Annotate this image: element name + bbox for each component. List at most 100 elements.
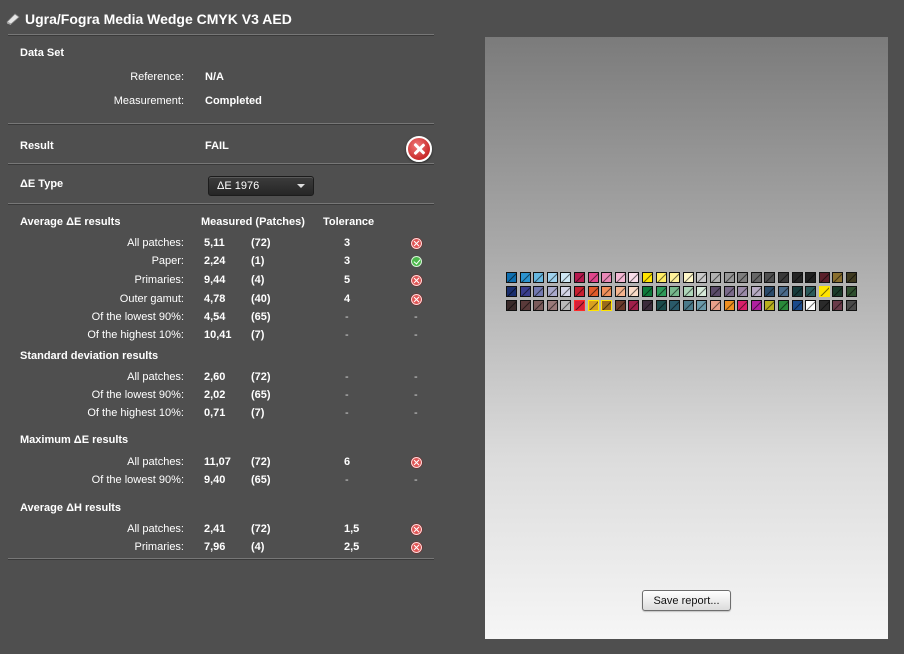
color-patch (506, 272, 517, 283)
pass-icon (411, 256, 422, 267)
measured-value: 0,71 (204, 407, 226, 419)
color-patch (587, 286, 599, 297)
color-patch (519, 272, 531, 283)
de-type-selected: ΔE 1976 (217, 180, 260, 192)
color-patch (533, 286, 545, 297)
color-patch (805, 286, 817, 297)
color-patch (764, 286, 776, 297)
color-patch (546, 300, 558, 311)
tolerance-value: 3 (344, 255, 351, 267)
reference-label: Reference: (130, 71, 184, 83)
measured-value: 2,02 (204, 389, 226, 401)
color-patch (642, 272, 653, 283)
measured-value: 9,44 (204, 274, 226, 286)
color-patch (778, 272, 789, 283)
result-value: FAIL (205, 140, 229, 152)
de-type-label: ΔE Type (20, 178, 64, 190)
color-patch (601, 272, 613, 283)
dataset-heading: Data Set (20, 47, 65, 59)
row-label: All patches: (127, 237, 184, 249)
color-patch (506, 286, 517, 297)
fail-icon (411, 524, 422, 535)
patch-count: (40) (251, 293, 271, 305)
save-report-button[interactable]: Save report... (642, 590, 731, 611)
row-label: Primaries: (134, 274, 184, 286)
color-patch (546, 272, 558, 283)
tolerance-value: 3 (344, 237, 351, 249)
tolerance-value: 2,5 (344, 541, 360, 553)
color-patch (614, 286, 626, 297)
color-patch (818, 286, 830, 297)
color-patch (519, 300, 531, 311)
avg-de-heading: Average ΔE results (20, 216, 121, 228)
color-patch (682, 300, 694, 311)
status-none: - (414, 407, 418, 419)
color-patch (574, 272, 585, 283)
color-patch (710, 272, 721, 283)
color-patch (682, 272, 694, 283)
status-none: - (414, 474, 418, 486)
tolerance-value: - (345, 329, 349, 341)
tolerance-value: 1,5 (344, 523, 360, 535)
color-patch (846, 300, 857, 311)
color-patch (764, 300, 776, 311)
color-patch (723, 272, 735, 283)
patch-count: (4) (251, 541, 265, 553)
color-patch (750, 272, 762, 283)
color-patch (750, 300, 762, 311)
separator (8, 203, 434, 205)
color-patch (560, 286, 572, 297)
measured-value: 7,96 (204, 541, 226, 553)
patch-count: (72) (251, 237, 271, 249)
max-de-heading: Maximum ΔE results (20, 434, 129, 446)
color-patch (628, 272, 640, 283)
color-patch (628, 300, 640, 311)
chevron-down-icon (297, 184, 305, 188)
media-wedge-icon (6, 13, 20, 25)
measurement-value: Completed (205, 95, 262, 107)
color-patch (764, 272, 776, 283)
color-patch (737, 300, 749, 311)
separator (8, 34, 434, 36)
row-label: Of the highest 10%: (87, 407, 184, 419)
color-patch (533, 272, 545, 283)
measured-value: 4,78 (204, 293, 226, 305)
patch-count: (72) (251, 371, 271, 383)
row-label: All patches: (127, 523, 184, 535)
color-patch (546, 286, 558, 297)
color-patch (818, 272, 830, 283)
color-patch (805, 272, 817, 283)
color-patch (778, 286, 789, 297)
color-patch (710, 286, 721, 297)
color-patch (642, 286, 653, 297)
patch-count: (7) (251, 329, 265, 341)
color-patch (832, 286, 844, 297)
color-patch (669, 286, 681, 297)
de-type-select[interactable]: ΔE 1976 (208, 176, 314, 196)
color-patch (587, 300, 599, 311)
window-title-text: Ugra/Fogra Media Wedge CMYK V3 AED (25, 11, 292, 27)
fail-icon (411, 542, 422, 553)
measured-value: 10,41 (204, 329, 232, 341)
color-patch (506, 300, 517, 311)
separator (8, 558, 434, 560)
row-label: Of the lowest 90%: (91, 311, 184, 323)
color-patch (737, 286, 749, 297)
tolerance-value: 4 (344, 293, 351, 305)
color-patch (628, 286, 640, 297)
color-patch (533, 300, 545, 311)
tolerance-value: - (345, 389, 349, 401)
status-none: - (414, 311, 418, 323)
color-patch (574, 300, 585, 311)
color-patch (832, 272, 844, 283)
tolerance-value: - (345, 371, 349, 383)
color-patch (696, 272, 708, 283)
color-patch (655, 300, 667, 311)
color-patch (655, 272, 667, 283)
patch-count: (4) (251, 274, 265, 286)
status-none: - (414, 329, 418, 341)
row-label: Primaries: (134, 541, 184, 553)
color-patch (791, 272, 803, 283)
color-patch (560, 272, 572, 283)
color-patch (587, 272, 599, 283)
